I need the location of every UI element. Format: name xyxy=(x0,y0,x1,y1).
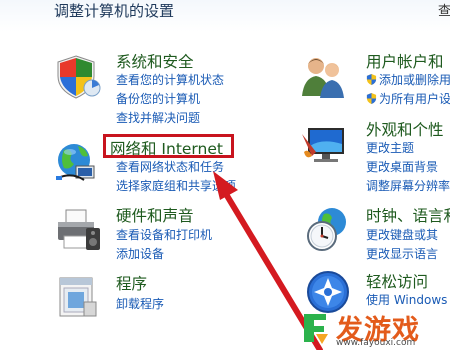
pointer-arrow xyxy=(213,171,323,350)
watermark-url: www.fayouxi.com xyxy=(336,338,416,348)
watermark: 发游戏 www.fayouxi.com xyxy=(300,308,450,350)
watermark-logo-icon xyxy=(304,314,328,344)
